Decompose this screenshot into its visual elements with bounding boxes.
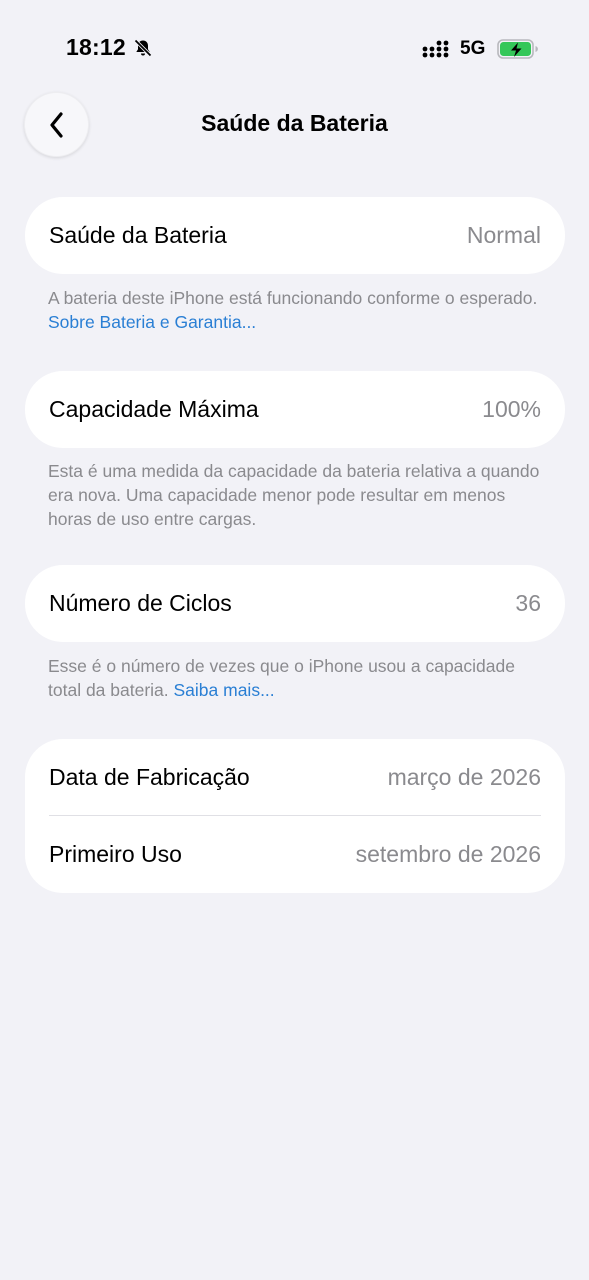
cycle-count-footnote: Esse é o número de vezes que o iPhone us… bbox=[48, 654, 548, 702]
max-capacity-row: Capacidade Máxima 100% bbox=[25, 371, 565, 448]
first-use-value: setembro de 2026 bbox=[355, 841, 541, 867]
battery-health-label: Saúde da Bateria bbox=[49, 222, 227, 248]
battery-warranty-link[interactable]: Sobre Bateria e Garantia... bbox=[48, 312, 256, 332]
max-capacity-value: 100% bbox=[482, 396, 541, 422]
dates-card: Data de Fabricação março de 2026 Primeir… bbox=[25, 739, 565, 893]
cycle-count-footnote-text: Esse é o número de vezes que o iPhone us… bbox=[48, 656, 515, 700]
battery-health-card: Saúde da Bateria Normal bbox=[25, 197, 565, 274]
cellular-signal-icon bbox=[422, 40, 449, 58]
cycle-count-label: Número de Ciclos bbox=[49, 590, 232, 616]
cycle-count-value: 36 bbox=[515, 590, 541, 616]
manufacture-date-value: março de 2026 bbox=[387, 764, 541, 790]
max-capacity-footnote: Esta é uma medida da capacidade da bater… bbox=[48, 461, 540, 529]
battery-health-footnote: A bateria deste iPhone está funcionando … bbox=[48, 286, 548, 334]
navigation-bar: Saúde da Bateria bbox=[0, 92, 589, 158]
network-type: 5G bbox=[460, 38, 486, 59]
battery-health-row: Saúde da Bateria Normal bbox=[25, 197, 565, 274]
cycle-count-card: Número de Ciclos 36 bbox=[25, 565, 565, 642]
max-capacity-label: Capacidade Máxima bbox=[49, 396, 259, 422]
battery-health-value: Normal bbox=[466, 222, 541, 248]
bell-slash-icon bbox=[134, 39, 152, 57]
learn-more-link[interactable]: Saiba mais... bbox=[174, 680, 275, 700]
status-bar: 18:12 5G bbox=[0, 0, 589, 96]
first-use-label: Primeiro Uso bbox=[49, 841, 182, 867]
first-use-row: Primeiro Uso setembro de 2026 bbox=[25, 816, 565, 893]
page-title: Saúde da Bateria bbox=[201, 110, 388, 136]
cycle-count-row: Número de Ciclos 36 bbox=[25, 565, 565, 642]
manufacture-date-row: Data de Fabricação março de 2026 bbox=[25, 739, 565, 816]
battery-health-footnote-text: A bateria deste iPhone está funcionando … bbox=[48, 288, 538, 308]
status-time: 18:12 bbox=[66, 34, 126, 60]
battery-charging-icon bbox=[497, 39, 538, 59]
manufacture-date-label: Data de Fabricação bbox=[49, 764, 250, 790]
max-capacity-card: Capacidade Máxima 100% bbox=[25, 371, 565, 448]
